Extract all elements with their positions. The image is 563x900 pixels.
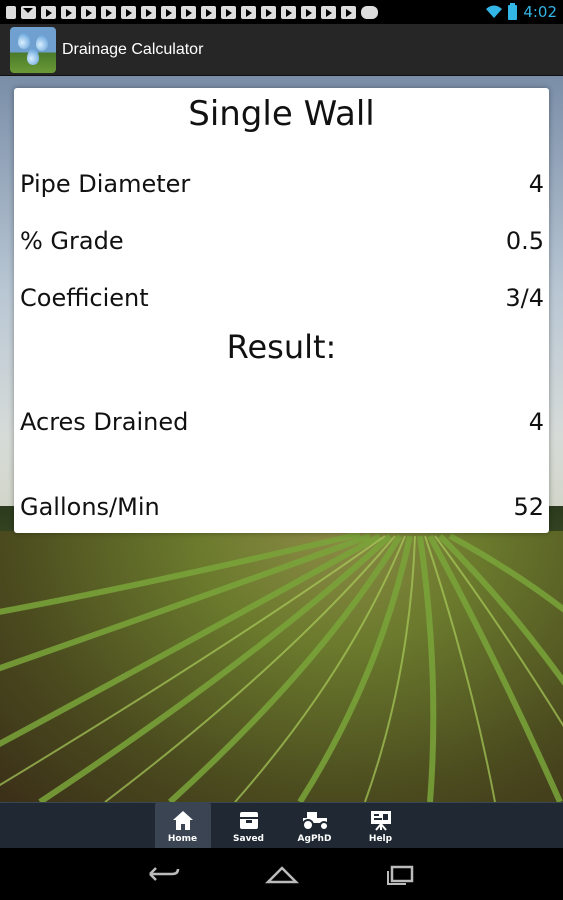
home-button[interactable]	[262, 859, 302, 889]
grade-value[interactable]: 0.5	[506, 227, 544, 255]
video-icon	[41, 5, 56, 19]
pipe-diameter-row[interactable]: Pipe Diameter 4	[20, 170, 544, 198]
mail-icon	[21, 5, 36, 19]
gallons-per-min-row: Gallons/Min 52	[20, 493, 544, 521]
video-icon	[261, 5, 276, 19]
bottom-tab-bar: Home Saved AgPhD Help	[0, 802, 563, 849]
video-icon	[101, 5, 116, 19]
pipe-diameter-label: Pipe Diameter	[20, 170, 191, 198]
pipe-diameter-value[interactable]: 4	[529, 170, 544, 198]
tab-agphd-label: AgPhD	[297, 833, 332, 844]
gallons-per-min-label: Gallons/Min	[20, 493, 160, 521]
video-icon	[321, 5, 336, 19]
gallons-per-min-value: 52	[513, 493, 544, 521]
coefficient-label: Coefficient	[20, 284, 149, 312]
video-icon	[301, 5, 316, 19]
back-button[interactable]	[144, 859, 184, 889]
clock: 4:02	[523, 3, 557, 21]
video-icon	[81, 5, 96, 19]
grade-label: % Grade	[20, 227, 124, 255]
video-icon	[201, 5, 216, 19]
system-nav-bar	[0, 848, 563, 900]
box-icon	[239, 811, 258, 829]
tab-home[interactable]: Home	[154, 803, 211, 849]
tab-saved[interactable]: Saved	[221, 803, 277, 849]
water-drops-icon[interactable]	[10, 26, 56, 73]
coefficient-value[interactable]: 3/4	[505, 284, 544, 312]
presentation-icon	[370, 810, 391, 831]
tab-help-label: Help	[368, 833, 393, 844]
calculator-card: Single Wall Pipe Diameter 4 % Grade 0.5 …	[14, 88, 549, 533]
acres-drained-label: Acres Drained	[20, 408, 189, 436]
tractor-icon	[301, 811, 329, 831]
acres-drained-row: Acres Drained 4	[20, 408, 544, 436]
notification-icons	[6, 5, 378, 19]
app-title: Drainage Calculator	[62, 40, 204, 58]
status-bar: 4:02	[0, 0, 563, 24]
video-icon	[121, 5, 136, 19]
notification-icon	[6, 5, 16, 19]
video-icon	[141, 5, 156, 19]
video-icon	[181, 5, 196, 19]
recents-icon	[386, 865, 413, 885]
video-icon	[341, 5, 356, 19]
video-icon	[281, 5, 296, 19]
action-bar: Drainage Calculator	[0, 24, 563, 76]
video-icon	[221, 5, 236, 19]
video-icon	[161, 5, 176, 19]
tab-home-label: Home	[167, 833, 198, 844]
home-icon	[172, 810, 193, 830]
home-icon	[264, 866, 299, 884]
back-icon	[148, 867, 179, 881]
card-title: Single Wall	[188, 94, 375, 134]
result-title: Result:	[226, 328, 337, 366]
video-icon	[61, 5, 76, 19]
recents-button[interactable]	[380, 859, 420, 889]
tab-agphd[interactable]: AgPhD	[287, 803, 343, 849]
grade-row[interactable]: % Grade 0.5	[20, 227, 544, 255]
status-right: 4:02	[486, 2, 557, 21]
video-icon	[241, 5, 256, 19]
battery-icon	[508, 2, 518, 20]
acres-drained-value: 4	[528, 408, 544, 436]
tab-saved-label: Saved	[233, 833, 264, 844]
coefficient-row[interactable]: Coefficient 3/4	[20, 284, 544, 312]
tab-help[interactable]: Help	[353, 803, 409, 849]
wifi-icon	[486, 5, 503, 18]
android-icon	[361, 5, 378, 19]
